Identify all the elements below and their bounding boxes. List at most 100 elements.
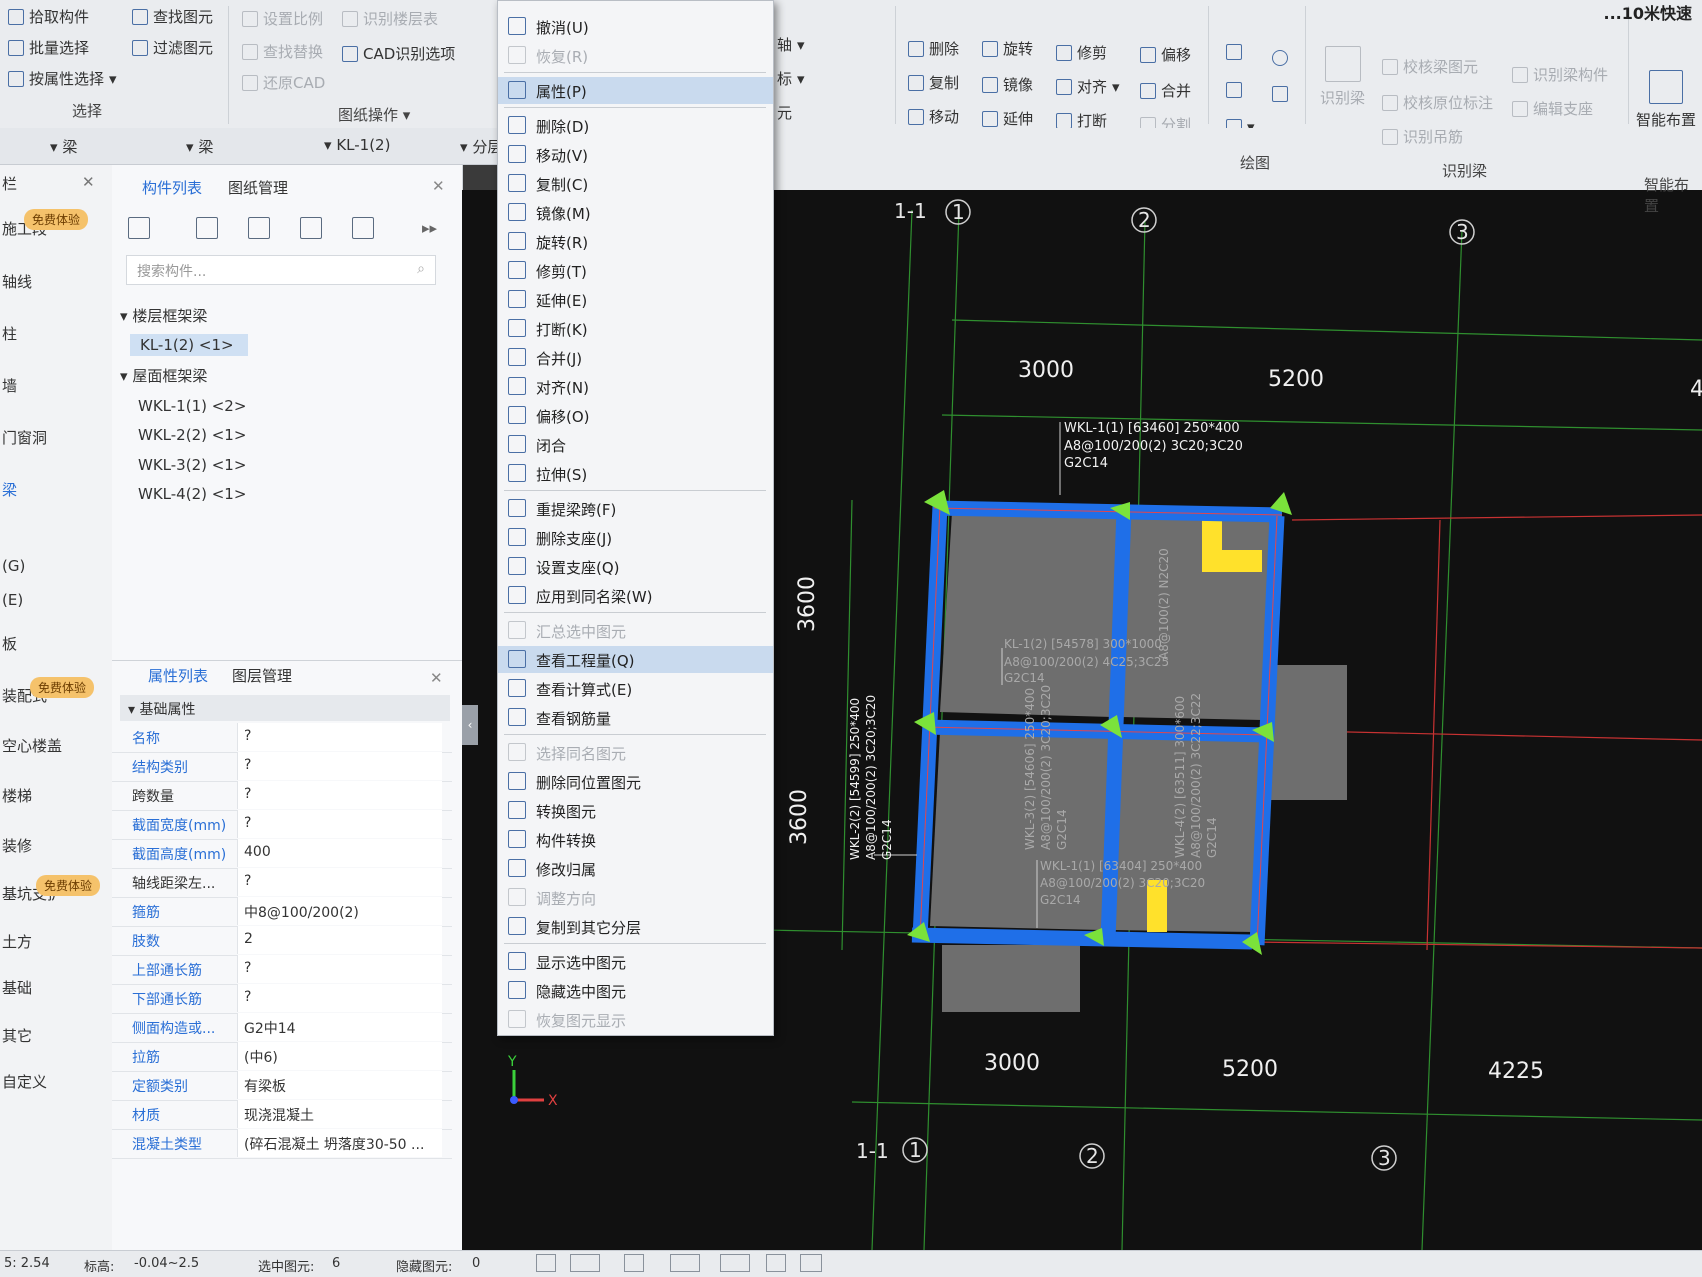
nav-item-column[interactable]: 柱 <box>2 323 17 344</box>
edit-support-button[interactable]: 编辑支座 <box>1512 98 1593 119</box>
context-menu-item[interactable]: 查看钢筋量 <box>498 704 773 731</box>
search-icon[interactable]: ⌕ <box>417 261 425 277</box>
property-value-field[interactable]: ? <box>237 810 442 838</box>
merge-button[interactable]: 合并 <box>1140 80 1191 101</box>
rotate-button[interactable]: 旋转 <box>982 38 1033 59</box>
context-menu-item[interactable]: 删除(D) <box>498 112 773 139</box>
polar-toggle-icon[interactable] <box>670 1254 700 1272</box>
new-component-icon[interactable] <box>128 217 150 239</box>
component-name-dropdown[interactable]: ▾ KL-1(2) <box>324 136 390 154</box>
floor-type-dropdown[interactable]: ▾ 梁 <box>50 136 77 157</box>
component-type-dropdown[interactable]: ▾ 梁 <box>186 136 213 157</box>
batch-select-button[interactable]: 批量选择 <box>8 37 89 58</box>
recognize-beam-comp-button[interactable]: 识别梁构件 <box>1512 64 1608 85</box>
property-value-field[interactable]: 400 <box>237 839 442 867</box>
nav-item-other[interactable]: 其它 <box>2 1025 32 1046</box>
snap-toggle-icon[interactable] <box>536 1254 556 1272</box>
context-menu-item[interactable]: 对齐(N) <box>498 373 773 400</box>
context-menu-item[interactable]: 设置支座(Q) <box>498 553 773 580</box>
section-basic-props[interactable]: ▾ 基础属性 <box>120 695 450 721</box>
recognize-floor-table-button[interactable]: 识别楼层表 <box>342 8 438 29</box>
tab-layer-manage[interactable]: 图层管理 <box>232 665 292 686</box>
context-menu-item[interactable]: 隐藏选中图元 <box>498 977 773 1004</box>
nav-item-finishing[interactable]: 装修 <box>2 835 32 856</box>
property-row[interactable]: 上部通长筋? <box>112 955 452 985</box>
dyn-input-icon[interactable] <box>720 1254 750 1272</box>
close-icon[interactable]: ✕ <box>430 669 443 687</box>
nav-item-custom[interactable]: 自定义 <box>2 1071 47 1092</box>
nav-item-beam[interactable]: 梁 <box>2 479 17 500</box>
property-value-field[interactable]: ? <box>237 781 442 809</box>
property-row[interactable]: 截面高度(mm) 400 <box>112 839 452 869</box>
context-menu-item[interactable]: 镜像(M) <box>498 199 773 226</box>
tree-group-floor-beam[interactable]: ▾ 楼层框架梁 <box>120 305 207 326</box>
copy-button[interactable]: 复制 <box>908 72 959 93</box>
property-row[interactable]: 侧面构造或... G2中14 <box>112 1013 452 1043</box>
nav-item-stairs[interactable]: 楼梯 <box>2 785 32 806</box>
context-menu-item[interactable]: 旋转(R) <box>498 228 773 255</box>
nav-item-g[interactable]: (G) <box>2 557 25 575</box>
close-icon[interactable]: ✕ <box>82 173 95 191</box>
check-annotation-button[interactable]: 校核原位标注 <box>1382 92 1493 113</box>
more-icon[interactable]: ▸▸ <box>422 219 437 237</box>
context-menu-item[interactable]: 选择同名图元 <box>498 739 773 766</box>
tree-item-wkl-3[interactable]: WKL-3(2) <1> <box>138 456 246 474</box>
context-menu-item[interactable]: 调整方向 <box>498 884 773 911</box>
restore-cad-button[interactable]: 还原CAD <box>242 72 325 93</box>
nav-item-hollow-floor[interactable]: 空心楼盖 <box>2 735 62 756</box>
property-row[interactable]: 拉筋 (中6) <box>112 1042 452 1072</box>
find-replace-button[interactable]: 查找替换 <box>242 41 323 62</box>
property-row[interactable]: 混凝土类型 (碎石混凝土 坍落度30-50 ... <box>112 1129 452 1159</box>
context-menu-item[interactable]: 延伸(E) <box>498 286 773 313</box>
nav-item-earthwork[interactable]: 土方 <box>2 931 32 952</box>
sort-icon[interactable] <box>352 217 374 239</box>
select-by-attr-button[interactable]: 按属性选择 ▾ <box>8 68 117 89</box>
tree-item-kl-1[interactable]: KL-1(2) <1> <box>130 334 248 356</box>
context-menu-item[interactable]: 复制(C) <box>498 170 773 197</box>
property-row[interactable]: 跨数量? <box>112 781 452 811</box>
nav-item-slab[interactable]: 板 <box>2 633 17 654</box>
layer-copy-icon[interactable] <box>300 217 322 239</box>
property-row[interactable]: 箍筋 中8@100/200(2) <box>112 897 452 927</box>
context-menu-item[interactable]: 拉伸(S) <box>498 460 773 487</box>
property-row[interactable]: 截面宽度(mm)? <box>112 810 452 840</box>
context-menu-item[interactable]: 查看工程量(Q) <box>498 646 773 673</box>
context-menu-item[interactable]: 构件转换 <box>498 826 773 853</box>
recognize-hanger-button[interactable]: 识别吊筋 <box>1382 126 1463 147</box>
nav-item-e[interactable]: (E) <box>2 591 23 609</box>
extend-button[interactable]: 延伸 <box>982 108 1033 129</box>
layer-lock-icon[interactable] <box>766 1254 786 1272</box>
context-menu-item[interactable]: 删除同位置图元 <box>498 768 773 795</box>
context-menu-item[interactable]: 恢复(R) <box>498 42 773 69</box>
property-row[interactable]: 肢数 2 <box>112 926 452 956</box>
trim-button[interactable]: 修剪 <box>1056 42 1107 63</box>
smart-layout-button[interactable]: 智能布置 <box>1636 70 1696 130</box>
context-menu-item[interactable]: 移动(V) <box>498 141 773 168</box>
property-value-field[interactable]: ? <box>237 868 442 896</box>
context-menu-item[interactable]: 重提梁跨(F) <box>498 495 773 522</box>
drawing-group-label[interactable]: 图纸操作 ▾ <box>338 104 410 125</box>
draw-circle-button[interactable] <box>1272 50 1288 66</box>
context-menu-item[interactable]: 修剪(T) <box>498 257 773 284</box>
tree-item-wkl-1[interactable]: WKL-1(1) <2> <box>138 397 246 415</box>
delete-component-icon[interactable] <box>248 217 270 239</box>
context-menu-item[interactable]: 闭合 <box>498 431 773 458</box>
property-value-field[interactable]: 中8@100/200(2) <box>237 897 442 925</box>
property-row[interactable]: 材质 现浇混凝土 <box>112 1100 452 1130</box>
nav-item-openings[interactable]: 门窗洞 <box>2 427 47 448</box>
property-value-field[interactable]: ? <box>237 955 442 983</box>
draw-line-button[interactable] <box>1226 82 1242 98</box>
property-value-field[interactable]: (中6) <box>237 1042 442 1070</box>
nav-item-foundation[interactable]: 基础 <box>2 977 32 998</box>
label-menu-fragment[interactable]: 标 ▾ <box>777 68 805 89</box>
context-menu-item[interactable]: 打断(K) <box>498 315 773 342</box>
tab-property-list[interactable]: 属性列表 <box>148 665 208 686</box>
draw-rect-button[interactable] <box>1272 86 1288 102</box>
ortho-toggle-icon[interactable] <box>570 1254 600 1272</box>
context-menu-item[interactable]: 转换图元 <box>498 797 773 824</box>
property-value-field[interactable]: (碎石混凝土 坍落度30-50 ... <box>237 1129 442 1157</box>
nav-item-axis[interactable]: 轴线 <box>2 271 32 292</box>
axis-menu-fragment[interactable]: 轴 ▾ <box>777 34 805 55</box>
close-icon[interactable]: ✕ <box>432 177 445 195</box>
tab-drawing-manage[interactable]: 图纸管理 <box>228 177 288 198</box>
